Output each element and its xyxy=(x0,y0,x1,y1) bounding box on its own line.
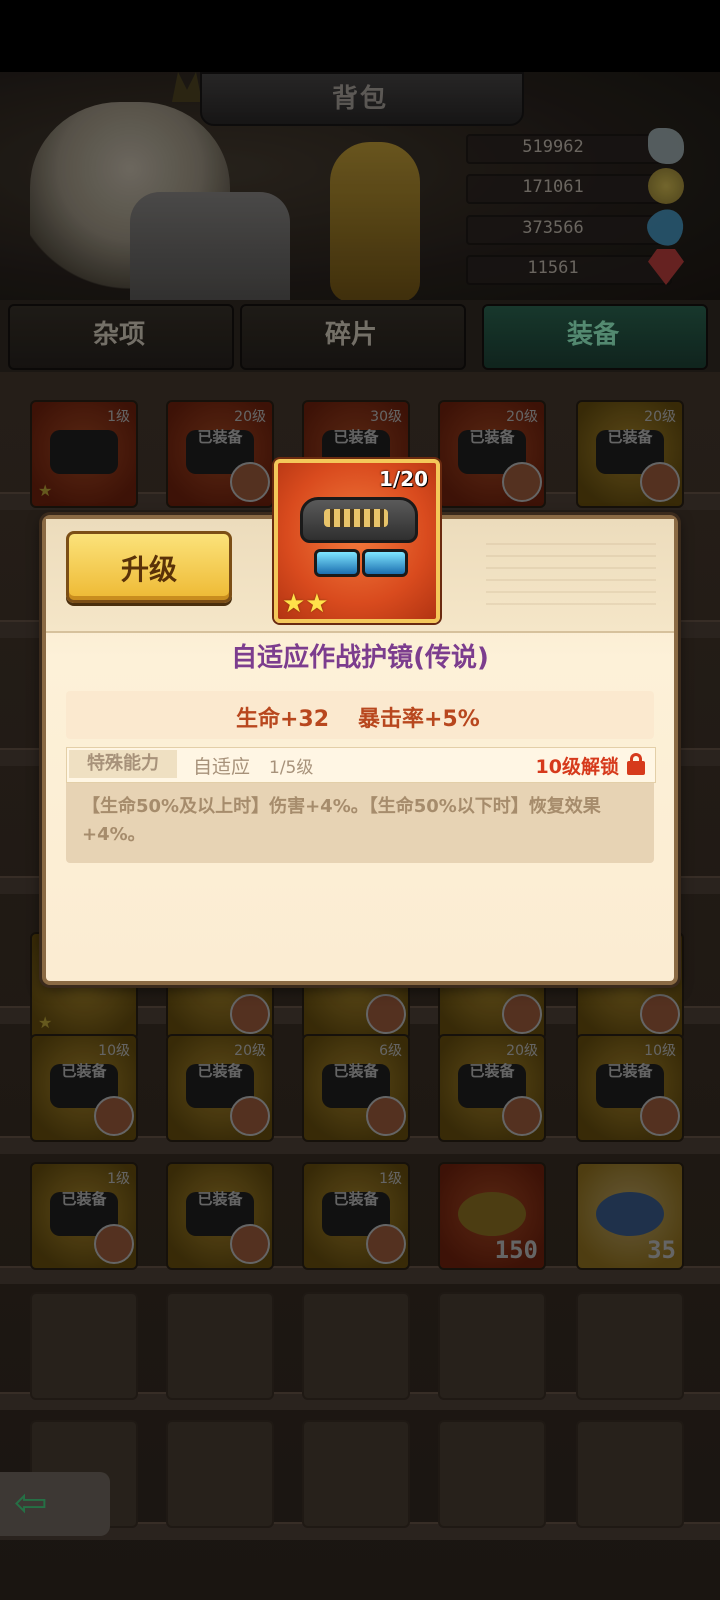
lock-icon xyxy=(627,753,645,775)
stat-crit: 暴击率+5% xyxy=(358,707,480,732)
upgrade-button[interactable]: 升级 xyxy=(66,531,232,603)
special-ability-level: 1/5级 xyxy=(269,758,314,778)
ability-description-box: 【生命50%及以上时】伤害+4%。【生命50%以下时】恢复效果+4%。 xyxy=(66,783,654,863)
item-level: 1/20 xyxy=(378,467,428,491)
status-bar xyxy=(0,0,720,72)
lens-right xyxy=(362,549,408,577)
unlock-requirement: 10级解锁 xyxy=(535,756,619,778)
special-ability-row: 特殊能力 自适应 1/5级 10级解锁 xyxy=(66,747,656,783)
item-detail-modal: 升级 1/20 ★★ 自适应作战护镜(传说) 生命+32 暴击率+5% 特殊能力… xyxy=(42,459,678,985)
upgrade-button-label: 升级 xyxy=(120,553,177,586)
special-ability-name: 自适应 xyxy=(193,756,251,778)
item-name: 自适应作战护镜(传说) xyxy=(231,643,489,673)
stats-bar: 生命+32 暴击率+5% xyxy=(66,691,654,739)
special-ability-tag: 特殊能力 xyxy=(69,750,177,778)
decorative-stripes xyxy=(486,535,656,615)
item-card: 1/20 ★★ xyxy=(274,459,440,623)
star-icon: ★★ xyxy=(282,589,329,619)
ability-description: 【生命50%及以上时】伤害+4%。【生命50%以下时】恢复效果+4%。 xyxy=(82,796,601,845)
stat-hp: 生命+32 xyxy=(236,707,330,732)
lens-left xyxy=(314,549,360,577)
goggles-grill xyxy=(324,509,388,527)
